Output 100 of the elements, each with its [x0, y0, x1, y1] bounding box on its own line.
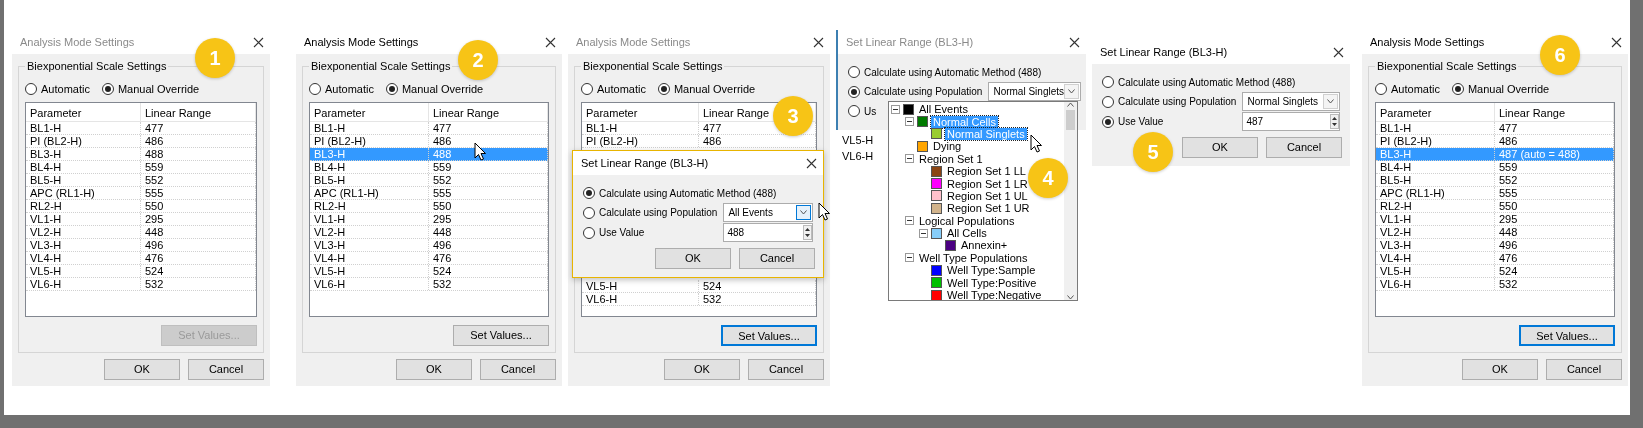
dialog-button[interactable]: Set Values...: [721, 325, 817, 346]
close-icon[interactable]: [813, 36, 824, 48]
dialog-button[interactable]: Cancel: [748, 359, 824, 380]
dialog-button[interactable]: Cancel: [480, 359, 556, 380]
radio-button[interactable]: [385, 82, 398, 95]
table-row[interactable]: VL6-H 532: [582, 293, 816, 306]
tree-item[interactable]: Region Set 1 LR: [945, 177, 1030, 190]
table-row[interactable]: VL4-H 476: [310, 252, 548, 265]
radio-button[interactable]: [25, 82, 37, 95]
radio-button[interactable]: [309, 82, 321, 95]
table-row[interactable]: APC (RL1-H) 555: [26, 187, 256, 200]
table-row[interactable]: VL3-H 496: [310, 239, 548, 252]
dialog-button[interactable]: OK: [655, 248, 731, 269]
close-icon[interactable]: [1333, 46, 1344, 58]
collapse-icon[interactable]: [905, 154, 914, 164]
table-row[interactable]: VL2-H 448: [26, 226, 256, 239]
table-row[interactable]: VL1-H 295: [1376, 213, 1614, 226]
table-row[interactable]: RL2-H 550: [1376, 200, 1614, 213]
collapse-icon[interactable]: [919, 228, 928, 238]
dialog-button[interactable]: OK: [104, 359, 180, 380]
column-header[interactable]: Linear Range: [429, 103, 548, 121]
tree-item[interactable]: Logical Populations: [917, 214, 1017, 227]
table-row[interactable]: VL5-H 524: [26, 265, 256, 278]
table-row[interactable]: VL2-H 448: [310, 226, 548, 239]
table-row[interactable]: VL4-H 476: [26, 252, 256, 265]
table-row[interactable]: BL5-H 552: [1376, 174, 1614, 187]
dialog-button[interactable]: OK: [396, 359, 472, 380]
table-row[interactable]: VL1-H 295: [310, 213, 548, 226]
column-header[interactable]: Linear Range: [141, 103, 256, 121]
table-row[interactable]: BL4-H 559: [1376, 161, 1614, 174]
table-row[interactable]: VL5-H 524: [310, 265, 548, 278]
radio-button[interactable]: [1102, 115, 1114, 128]
scrollbar[interactable]: [1064, 102, 1077, 300]
close-icon[interactable]: [253, 36, 264, 48]
spinner-icon[interactable]: [1330, 114, 1339, 129]
dialog-button[interactable]: Set Values...: [453, 325, 549, 346]
dropdown-field[interactable]: Normal Singlets: [988, 82, 1081, 101]
tree-item[interactable]: Region Set 1 LL: [945, 165, 1028, 178]
dialog-button[interactable]: Set Values...: [1519, 325, 1615, 346]
table-row[interactable]: BL1-H 477: [26, 122, 256, 135]
radio-button[interactable]: [657, 82, 670, 95]
dialog-button[interactable]: Cancel: [1266, 137, 1342, 158]
scroll-thumb[interactable]: [1066, 110, 1075, 130]
table-row[interactable]: VL1-H 295: [26, 213, 256, 226]
collapse-icon[interactable]: [905, 253, 914, 263]
radio-button[interactable]: [583, 187, 595, 199]
radio-button[interactable]: [848, 105, 860, 117]
table-row[interactable]: BL4-H 559: [26, 161, 256, 174]
radio-button[interactable]: [1102, 76, 1114, 88]
table-row[interactable]: VL5-H 524: [1376, 265, 1614, 278]
table-row[interactable]: PI (BL2-H) 486: [26, 135, 256, 148]
table-row[interactable]: VL3-H 496: [26, 239, 256, 252]
dialog-button[interactable]: OK: [1462, 359, 1538, 380]
table-row[interactable]: BL4-H 559: [310, 161, 548, 174]
dialog-button[interactable]: Cancel: [1546, 359, 1622, 380]
tree-item[interactable]: Annexin+: [959, 239, 1010, 252]
dialog-button[interactable]: Cancel: [739, 248, 815, 269]
table-row[interactable]: VL6-H 532: [1376, 278, 1614, 291]
dialog-button[interactable]: OK: [1182, 137, 1258, 158]
tree-item[interactable]: All Events: [917, 103, 970, 116]
close-icon[interactable]: [1069, 36, 1080, 48]
table-row[interactable]: VL4-H 476: [1376, 252, 1614, 265]
table-row[interactable]: RL2-H 550: [310, 200, 548, 213]
table-row[interactable]: BL5-H 552: [26, 174, 256, 187]
radio-button[interactable]: [101, 82, 114, 95]
close-icon[interactable]: [1611, 36, 1622, 48]
radio-button[interactable]: [583, 206, 595, 219]
tree-item[interactable]: Region Set 1: [917, 152, 985, 165]
table-row[interactable]: BL1-H 477: [1376, 122, 1614, 135]
collapse-icon[interactable]: [905, 216, 914, 226]
table-row[interactable]: BL5-H 552: [310, 174, 548, 187]
dropdown-field[interactable]: Normal Singlets: [1242, 92, 1340, 111]
tree-item[interactable]: Well Type Populations: [917, 251, 1030, 264]
table-row[interactable]: VL3-H 496: [1376, 239, 1614, 252]
table-row[interactable]: APC (RL1-H) 555: [310, 187, 548, 200]
radio-button[interactable]: [1451, 82, 1464, 95]
table-row[interactable]: RL2-H 550: [26, 200, 256, 213]
number-field[interactable]: 487: [1242, 112, 1340, 131]
column-header[interactable]: Parameter: [26, 103, 141, 121]
close-icon[interactable]: [545, 36, 556, 48]
number-field[interactable]: 488: [723, 223, 813, 242]
collapse-icon[interactable]: [905, 117, 914, 127]
dialog-button[interactable]: OK: [664, 359, 740, 380]
spinner-icon[interactable]: [803, 225, 812, 240]
collapse-icon[interactable]: [891, 104, 900, 114]
table-row[interactable]: BL3-H 488: [26, 148, 256, 161]
tree-item[interactable]: Region Set 1 UL: [945, 189, 1030, 202]
table-row[interactable]: VL6-H 532: [26, 278, 256, 291]
column-header[interactable]: Parameter: [1376, 103, 1495, 121]
close-icon[interactable]: [806, 157, 817, 169]
radio-button[interactable]: [1102, 95, 1114, 108]
radio-button[interactable]: [848, 66, 860, 78]
tree-item[interactable]: Well Type:Positive: [945, 276, 1039, 289]
radio-button[interactable]: [1375, 82, 1387, 95]
tree-item[interactable]: Dying: [931, 140, 964, 153]
tree-item[interactable]: All Cells: [945, 227, 989, 240]
column-header[interactable]: Parameter: [310, 103, 429, 121]
table-row[interactable]: VL5-H 524: [582, 280, 816, 293]
scroll-up-icon[interactable]: [1067, 102, 1074, 107]
column-header[interactable]: Parameter: [582, 103, 699, 121]
